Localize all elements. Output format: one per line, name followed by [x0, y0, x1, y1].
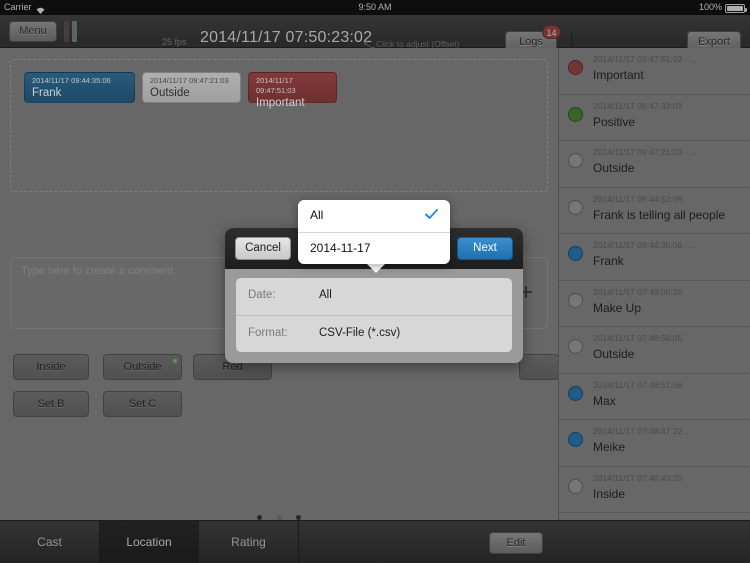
- field-value: All: [319, 289, 332, 301]
- field-row-format[interactable]: Format: CSV-File (*.csv): [236, 315, 512, 352]
- cancel-button[interactable]: Cancel: [235, 237, 291, 260]
- date-filter-popover: All 2014-11-17: [298, 200, 450, 264]
- popover-item-date[interactable]: 2014-11-17: [298, 232, 450, 264]
- dialog-body: Date: All Format: CSV-File (*.csv): [236, 278, 512, 352]
- checkmark-icon: [425, 208, 438, 221]
- next-button[interactable]: Next: [457, 237, 513, 260]
- popover-item-label: All: [310, 208, 324, 222]
- field-value: CSV-File (*.csv): [319, 327, 401, 339]
- popover-arrow: [366, 263, 386, 273]
- field-label: Format:: [248, 327, 288, 339]
- popover-item-label: 2014-11-17: [310, 241, 371, 255]
- field-row-date[interactable]: Date: All: [236, 278, 512, 315]
- field-label: Date:: [248, 289, 276, 301]
- popover-item-all[interactable]: All: [298, 200, 450, 232]
- app-root: Carrier 9:50 AM 100% Menu 25 fps 2014/11…: [0, 0, 750, 563]
